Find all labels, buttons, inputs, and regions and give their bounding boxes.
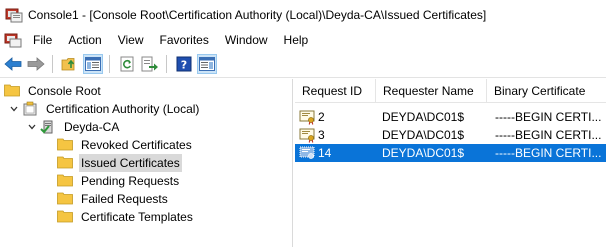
folder-icon bbox=[57, 155, 73, 171]
menu-window[interactable]: Window bbox=[217, 30, 276, 51]
folder-icon bbox=[57, 209, 73, 225]
toolbar-separator bbox=[166, 55, 167, 73]
certificate-authority-icon bbox=[22, 101, 38, 117]
folder-icon bbox=[57, 137, 73, 153]
cell-requester-name: DEYDA\DC01$ bbox=[382, 110, 465, 124]
tree-item-label: Issued Certificates bbox=[79, 154, 182, 172]
tree-item-label: Certificate Templates bbox=[81, 210, 193, 224]
toolbar-separator bbox=[52, 55, 53, 73]
column-header-requester-name[interactable]: Requester Name bbox=[376, 79, 487, 103]
up-folder-icon[interactable] bbox=[60, 54, 80, 74]
cell-binary-certificate: -----BEGIN CERTI... bbox=[495, 110, 602, 124]
export-list-icon[interactable] bbox=[140, 54, 160, 74]
menu-favorites[interactable]: Favorites bbox=[152, 30, 217, 51]
refresh-icon[interactable] bbox=[117, 54, 137, 74]
toolbar: ? bbox=[0, 51, 606, 78]
cell-request-id: 14 bbox=[318, 146, 332, 160]
tree-item-label: Deyda-CA bbox=[64, 120, 120, 134]
menu-help[interactable]: Help bbox=[276, 30, 317, 51]
tree-item-label: Certification Authority (Local) bbox=[46, 102, 200, 116]
chevron-down-icon[interactable] bbox=[8, 103, 20, 115]
tree-item-label: Pending Requests bbox=[81, 174, 180, 188]
tree-item-label: Failed Requests bbox=[81, 192, 168, 206]
menu-action[interactable]: Action bbox=[60, 30, 109, 51]
table-row[interactable]: 2 DEYDA\DC01$ -----BEGIN CERTI... bbox=[295, 108, 606, 126]
cell-requester-name: DEYDA\DC01$ bbox=[382, 146, 465, 160]
menu-bar: File Action View Favorites Window Help bbox=[0, 30, 606, 51]
tree-item-label: Console Root bbox=[28, 84, 101, 98]
table-row-selected[interactable]: 14 DEYDA\DC01$ -----BEGIN CERTI... bbox=[295, 144, 606, 162]
show-hide-tree-icon[interactable] bbox=[83, 54, 103, 74]
title-bar: Console1 - [Console Root\Certification A… bbox=[0, 0, 606, 30]
tree-item-failed-requests[interactable]: Failed Requests bbox=[57, 190, 170, 208]
column-header-request-id[interactable]: Request ID bbox=[295, 79, 376, 103]
cell-binary-certificate: -----BEGIN CERTI... bbox=[495, 128, 602, 142]
help-icon[interactable]: ? bbox=[174, 54, 194, 74]
folder-icon bbox=[57, 191, 73, 207]
folder-icon bbox=[57, 173, 73, 189]
system-menu-icon[interactable] bbox=[4, 33, 22, 48]
tree-item-issued-certificates[interactable]: Issued Certificates bbox=[57, 154, 182, 172]
cell-request-id: 3 bbox=[318, 128, 325, 142]
cell-request-id: 2 bbox=[318, 110, 325, 124]
certificate-icon bbox=[299, 146, 316, 161]
ca-server-check-icon bbox=[40, 119, 56, 135]
certificate-icon bbox=[299, 128, 316, 143]
tree-item-pending-requests[interactable]: Pending Requests bbox=[57, 172, 181, 190]
certificate-icon bbox=[299, 110, 316, 125]
forward-icon[interactable] bbox=[26, 54, 46, 74]
folder-icon bbox=[4, 83, 20, 99]
svg-text:?: ? bbox=[181, 59, 187, 72]
menu-view[interactable]: View bbox=[110, 30, 152, 51]
chevron-down-icon[interactable] bbox=[26, 121, 38, 133]
tree-item-label: Revoked Certificates bbox=[81, 138, 192, 152]
window-title: Console1 - [Console Root\Certification A… bbox=[28, 8, 487, 22]
tree-item-certificate-templates[interactable]: Certificate Templates bbox=[57, 208, 195, 226]
column-header-binary-certificate[interactable]: Binary Certificate bbox=[487, 79, 606, 103]
tree-item-certification-authority[interactable]: Certification Authority (Local) bbox=[8, 100, 201, 118]
show-hide-action-pane-icon[interactable] bbox=[197, 54, 217, 74]
tree-item-console-root[interactable]: Console Root bbox=[4, 82, 103, 100]
toolbar-separator bbox=[109, 55, 110, 73]
cell-requester-name: DEYDA\DC01$ bbox=[382, 128, 465, 142]
menu-file[interactable]: File bbox=[25, 30, 60, 51]
cell-binary-certificate: -----BEGIN CERTI... bbox=[495, 146, 602, 160]
tree-item-deyda-ca[interactable]: Deyda-CA bbox=[26, 118, 121, 136]
back-icon[interactable] bbox=[3, 54, 23, 74]
tree-item-revoked-certificates[interactable]: Revoked Certificates bbox=[57, 136, 194, 154]
console-tree: Console Root Certification Authority (Lo… bbox=[0, 79, 293, 247]
list-header: Request ID Requester Name Binary Certifi… bbox=[295, 79, 606, 103]
results-list: Request ID Requester Name Binary Certifi… bbox=[295, 79, 606, 247]
console-app-icon bbox=[5, 7, 23, 23]
table-row[interactable]: 3 DEYDA\DC01$ -----BEGIN CERTI... bbox=[295, 126, 606, 144]
